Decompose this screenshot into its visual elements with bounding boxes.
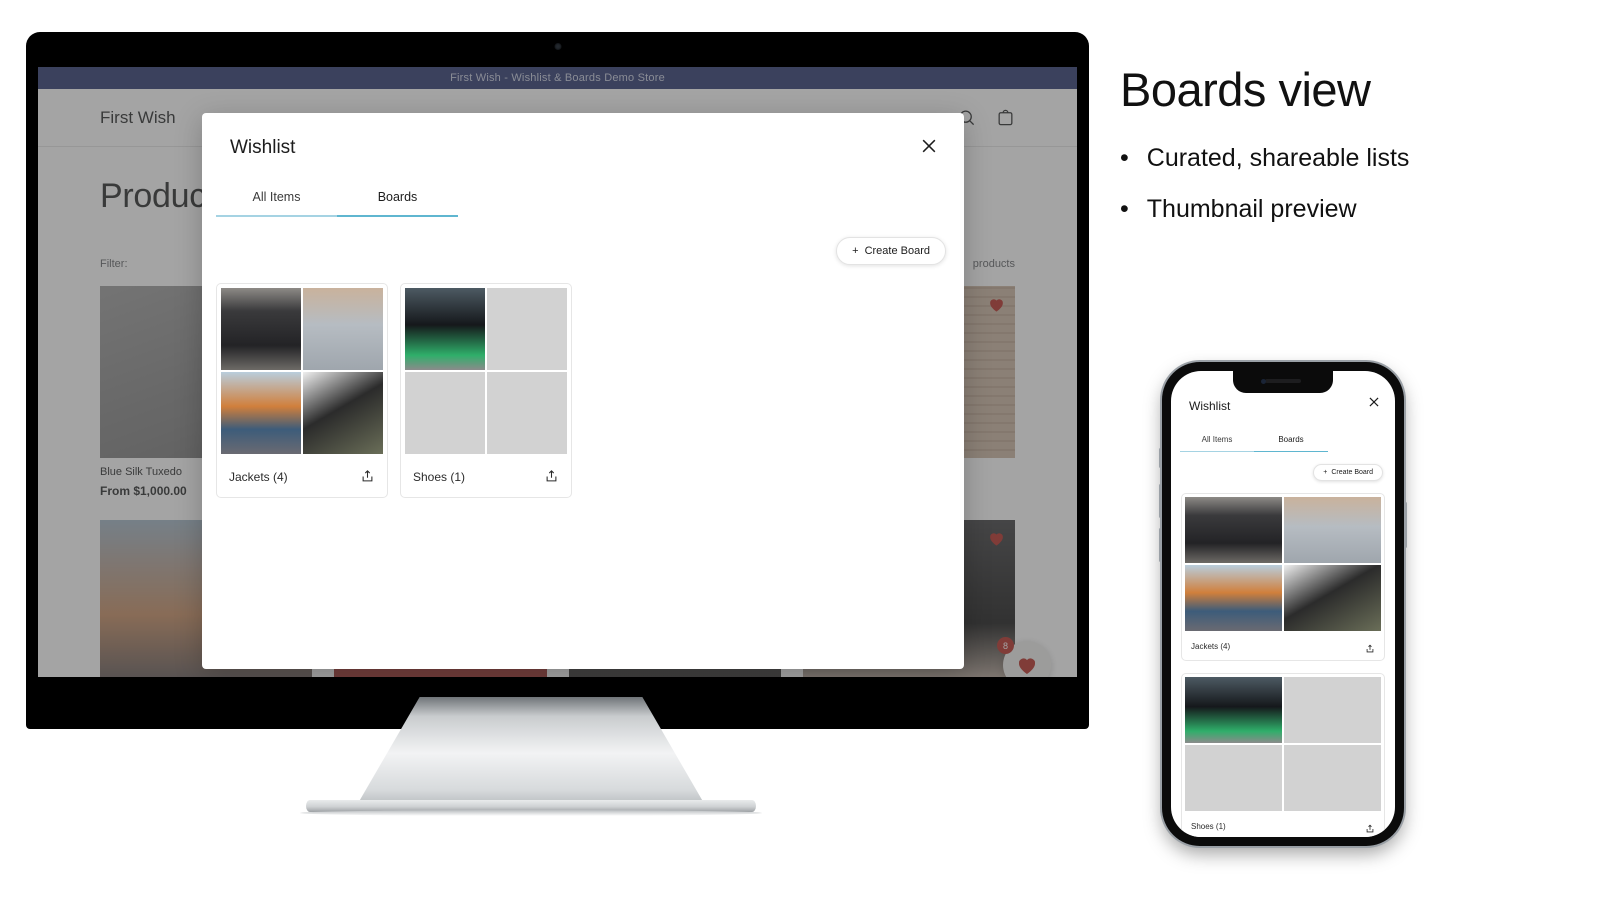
tab-all-items[interactable]: All Items <box>216 183 337 217</box>
board-footer: Shoes (1) <box>401 458 571 497</box>
phone-mockup: Wishlist All Items Boards + Create Board <box>1159 362 1407 846</box>
create-board-button[interactable]: + Create Board <box>836 237 946 265</box>
board-thumbnail <box>303 288 383 370</box>
board-footer: Jackets (4) <box>217 458 387 497</box>
create-board-label: Create Board <box>864 245 930 257</box>
board-card-jackets[interactable]: Jackets (4) <box>216 283 388 498</box>
tab-boards[interactable]: Boards <box>337 183 458 217</box>
callout-bullet-text: Thumbnail preview <box>1146 195 1357 224</box>
board-thumbnail <box>303 372 383 454</box>
phone-front-camera-icon <box>1261 379 1266 384</box>
create-board-bar: + Create Board <box>202 217 964 265</box>
monitor-screen: First Wish - Wishlist & Boards Demo Stor… <box>38 67 1077 677</box>
board-thumbnail <box>221 288 301 370</box>
phone-board-name: Shoes (1) <box>1191 821 1226 831</box>
wishlist-modal: Wishlist All Items Boards + Create Board <box>202 113 964 669</box>
share-icon[interactable] <box>1365 641 1375 653</box>
phone-volume-up-button <box>1159 484 1162 518</box>
board-name: Jackets (4) <box>229 469 288 484</box>
callout-bullet-item: • Thumbnail preview <box>1120 194 1590 225</box>
callout-bullet-item: • Curated, shareable lists <box>1120 143 1590 174</box>
phone-board-thumbnail <box>1284 497 1381 563</box>
phone-board-thumbnail-grid <box>1182 494 1384 634</box>
board-thumbnail <box>405 288 485 370</box>
phone-board-name: Jackets (4) <box>1191 641 1231 651</box>
phone-board-thumbnail-empty <box>1185 745 1282 811</box>
board-card-shoes[interactable]: Shoes (1) <box>400 283 572 498</box>
phone-tab-all-items[interactable]: All Items <box>1180 431 1254 452</box>
share-icon[interactable] <box>544 469 559 484</box>
phone-board-thumbnail <box>1185 565 1282 631</box>
phone-board-card-shoes[interactable]: Shoes (1) <box>1181 673 1385 837</box>
bullet-glyph: • <box>1120 144 1129 172</box>
phone-modal-tabs: All Items Boards <box>1171 431 1395 452</box>
board-thumbnail-empty <box>487 288 567 370</box>
callout-heading: Boards view <box>1120 63 1371 116</box>
phone-board-footer: Jackets (4) <box>1182 634 1384 660</box>
bullet-glyph: • <box>1120 195 1129 224</box>
phone-board-thumbnail <box>1185 497 1282 563</box>
close-icon[interactable] <box>1367 395 1383 411</box>
phone-create-board-bar: + Create Board <box>1171 452 1395 481</box>
board-thumbnail-empty <box>405 372 485 454</box>
monitor-stand-shadow <box>300 810 762 816</box>
boards-list: Jackets (4) Shoes (1) <box>202 265 964 498</box>
callout-bullet-list: • Curated, shareable lists • Thumbnail p… <box>1120 143 1590 226</box>
board-name: Shoes (1) <box>413 469 466 484</box>
board-thumbnail-grid <box>217 284 387 458</box>
phone-board-thumbnail <box>1185 677 1282 743</box>
modal-title: Wishlist <box>230 137 296 158</box>
phone-board-card-jackets[interactable]: Jackets (4) <box>1181 493 1385 661</box>
close-icon[interactable] <box>916 133 942 159</box>
phone-create-board-button[interactable]: + Create Board <box>1313 464 1383 481</box>
desktop-monitor-mockup: First Wish - Wishlist & Boards Demo Stor… <box>26 32 1089 729</box>
board-thumbnail-empty <box>487 372 567 454</box>
phone-earpiece <box>1265 379 1301 383</box>
webcam-icon <box>554 43 561 50</box>
plus-icon: + <box>852 245 859 257</box>
slide-canvas: First Wish - Wishlist & Boards Demo Stor… <box>0 0 1600 900</box>
phone-power-button <box>1404 502 1407 548</box>
phone-board-thumbnail-grid <box>1182 674 1384 814</box>
phone-board-thumbnail-empty <box>1284 677 1381 743</box>
callout-panel: Boards view • Curated, shareable lists •… <box>1120 62 1590 246</box>
share-icon[interactable] <box>360 469 375 484</box>
phone-silent-switch <box>1159 448 1162 468</box>
phone-modal-title: Wishlist <box>1189 399 1231 413</box>
phone-create-board-label: Create Board <box>1331 469 1373 476</box>
phone-boards-list: Jackets (4) Shoes (1) <box>1171 481 1395 837</box>
board-thumbnail <box>221 372 301 454</box>
phone-board-thumbnail <box>1284 565 1381 631</box>
phone-tab-boards[interactable]: Boards <box>1254 431 1328 452</box>
modal-tabs: All Items Boards <box>202 183 964 217</box>
share-icon[interactable] <box>1365 821 1375 833</box>
tabs-filler <box>458 183 964 217</box>
phone-board-thumbnail-empty <box>1284 745 1381 811</box>
phone-screen: Wishlist All Items Boards + Create Board <box>1171 371 1395 837</box>
phone-notch <box>1233 371 1333 393</box>
phone-board-footer: Shoes (1) <box>1182 814 1384 837</box>
board-thumbnail-grid <box>401 284 571 458</box>
phone-wishlist-modal: Wishlist All Items Boards + Create Board <box>1171 371 1395 837</box>
callout-bullet-text: Curated, shareable lists <box>1146 144 1410 172</box>
phone-volume-down-button <box>1159 528 1162 562</box>
plus-icon: + <box>1323 469 1328 476</box>
phone-tabs-filler <box>1328 431 1395 452</box>
